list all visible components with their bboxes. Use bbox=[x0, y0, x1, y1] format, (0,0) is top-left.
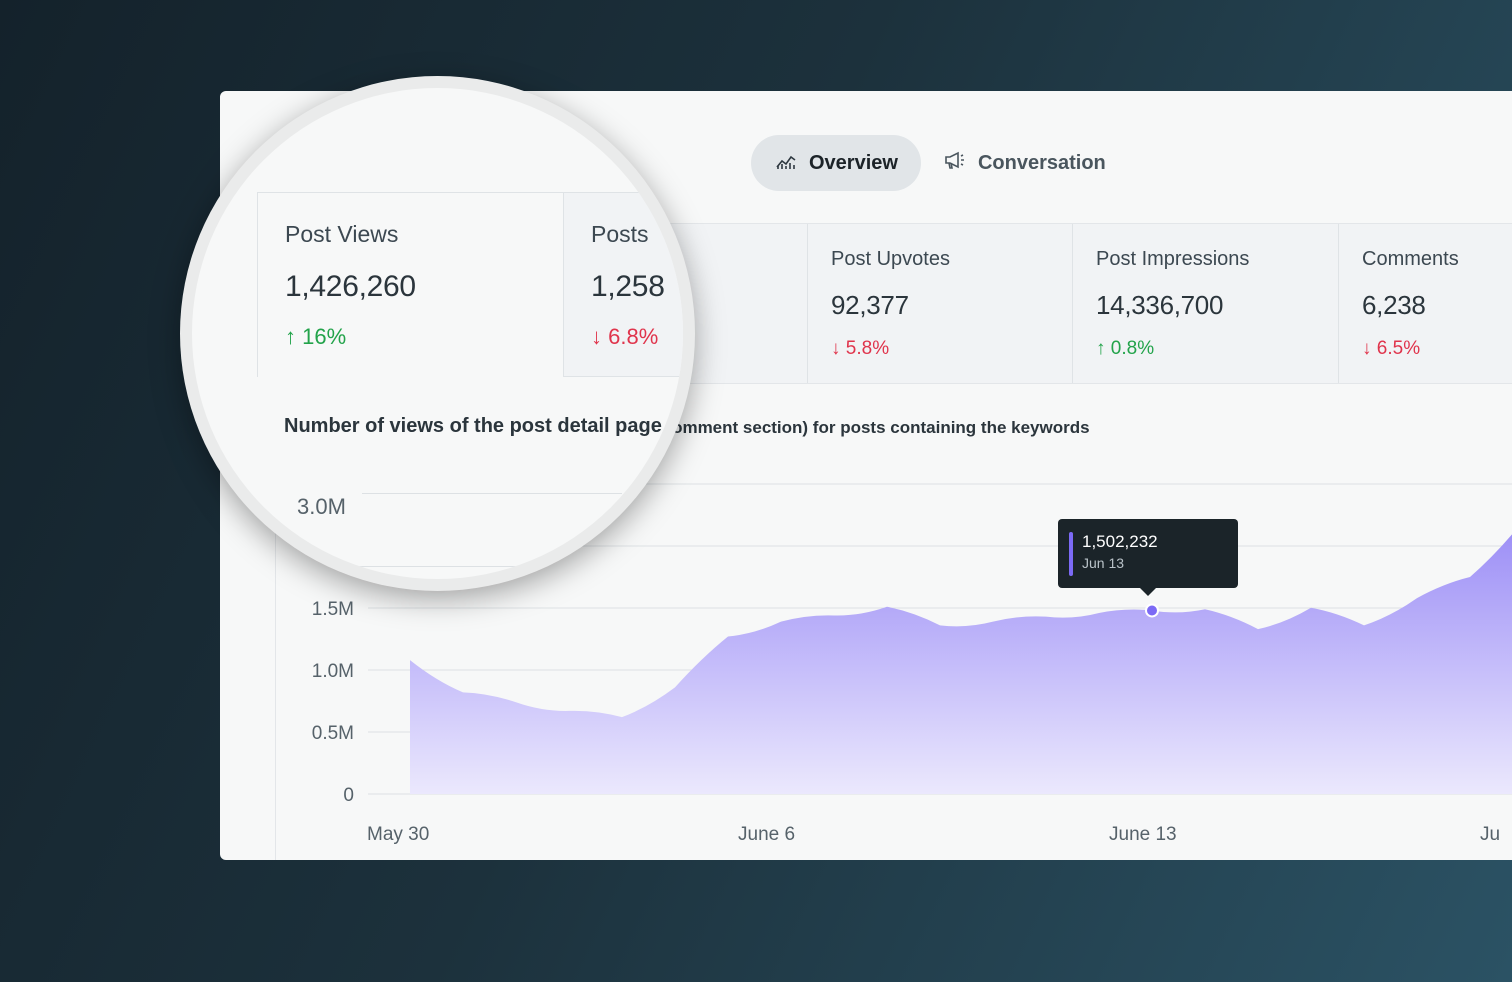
metric-change: ↓ 6.8% bbox=[591, 324, 659, 349]
hover-point[interactable] bbox=[1145, 603, 1159, 618]
x-tick-label: June 13 bbox=[1109, 824, 1177, 845]
metric-value: 1,258 bbox=[591, 270, 665, 303]
x-tick-label: Ju bbox=[1480, 824, 1500, 845]
y-tick-label: 1.0M bbox=[312, 661, 354, 682]
chart-description-magnified: Number of views of the post detail page bbox=[284, 415, 662, 437]
x-tick-label: June 6 bbox=[738, 824, 795, 845]
tooltip-value: 1,502,232 bbox=[1082, 532, 1158, 551]
magnifier-lens: Post Views 1,426,260 ↑ 16% Posts 1,258 ↓… bbox=[180, 76, 695, 591]
arrow-up-icon: ↑ bbox=[285, 324, 296, 349]
tooltip-date: Jun 13 bbox=[1082, 555, 1125, 571]
y-tick-label: 0 bbox=[343, 785, 354, 806]
metric-value: 1,426,260 bbox=[285, 270, 416, 303]
metric-posts[interactable]: Posts 1,258 ↓ 6.8% bbox=[563, 192, 683, 377]
y-tick-label: 0.5M bbox=[312, 723, 354, 744]
tooltip-color-bar bbox=[1069, 532, 1073, 576]
metric-label: Posts bbox=[591, 221, 649, 247]
y-tick-label: 1.5M bbox=[312, 599, 354, 620]
metric-post-views[interactable]: Post Views 1,426,260 ↑ 16% bbox=[257, 192, 564, 377]
metric-change: ↑ 16% bbox=[285, 324, 347, 349]
y-tick-label: 3.0M bbox=[297, 494, 346, 519]
arrow-down-icon: ↓ bbox=[591, 324, 602, 349]
x-tick-label: May 30 bbox=[367, 824, 429, 845]
series-area bbox=[410, 534, 1512, 794]
chart-tooltip: 1,502,232 Jun 13 bbox=[1058, 519, 1238, 596]
metric-label: Post Views bbox=[285, 221, 399, 247]
